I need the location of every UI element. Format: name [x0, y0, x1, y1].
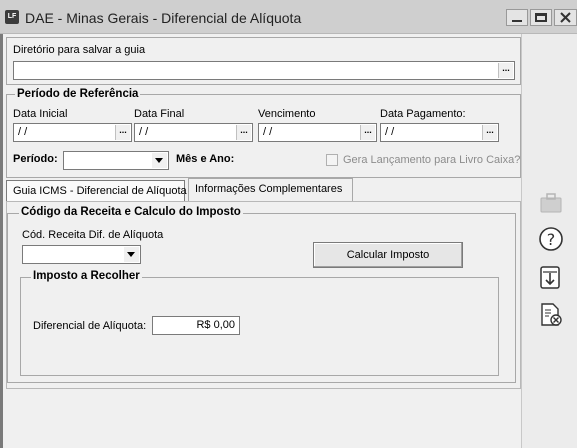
data-inicial-field[interactable]: / / ... — [13, 123, 132, 142]
periodo-label: Período: — [13, 153, 58, 165]
data-pagamento-value: / / — [385, 126, 395, 138]
chevron-down-icon[interactable] — [124, 247, 139, 262]
maximize-icon — [535, 13, 547, 22]
data-inicial-picker-button[interactable]: ... — [115, 125, 130, 140]
side-toolbar: ? — [521, 34, 577, 448]
periodo-group: Data Inicial / / ... Data Final / / ... … — [6, 94, 521, 178]
chevron-down-icon[interactable] — [152, 153, 167, 168]
vencimento-label: Vencimento — [258, 108, 316, 120]
window-title: DAE - Minas Gerais - Diferencial de Alíq… — [25, 10, 302, 26]
data-pagamento-picker-button[interactable]: ... — [482, 125, 497, 140]
periodo-title: Período de Referência — [15, 88, 141, 100]
minimize-icon — [512, 20, 522, 22]
imposto-group: Diferencial de Alíquota: R$ 0,00 — [20, 277, 499, 376]
directory-field[interactable]: ... — [13, 61, 515, 80]
title-bar: LF DAE - Minas Gerais - Diferencial de A… — [0, 0, 577, 34]
imposto-title: Imposto a Recolher — [31, 270, 142, 282]
tab-guia-icms[interactable]: Guia ICMS - Diferencial de Alíquota — [6, 180, 187, 202]
directory-label: Diretório para salvar a guia — [13, 44, 146, 56]
diferencial-aliquota-label: Diferencial de Alíquota: — [33, 320, 147, 332]
periodo-select[interactable] — [63, 151, 169, 170]
directory-group: Diretório para salvar a guia ... — [6, 37, 521, 85]
data-pagamento-field[interactable]: / / ... — [380, 123, 499, 142]
tab-panel: Cód. Receita Dif. de Alíquota Calcular I… — [6, 201, 521, 389]
diferencial-aliquota-field[interactable]: R$ 0,00 — [152, 316, 240, 335]
cod-receita-label: Cód. Receita Dif. de Alíquota — [22, 229, 164, 241]
close-icon — [560, 12, 571, 23]
cod-receita-select[interactable] — [22, 245, 141, 264]
help-icon[interactable]: ? — [538, 226, 564, 252]
data-final-value: / / — [139, 126, 149, 138]
gera-lancamento-label: Gera Lançamento para Livro Caixa? — [343, 154, 521, 166]
gera-lancamento-checkbox[interactable] — [326, 154, 338, 166]
vencimento-value: / / — [263, 126, 273, 138]
minimize-button[interactable] — [506, 9, 528, 26]
data-final-picker-button[interactable]: ... — [236, 125, 251, 140]
cancel-document-icon[interactable] — [538, 302, 564, 328]
data-final-field[interactable]: / / ... — [134, 123, 253, 142]
directory-browse-button[interactable]: ... — [498, 63, 513, 78]
mes-ano-label: Mês e Ano: — [176, 153, 235, 165]
codigo-group: Cód. Receita Dif. de Alíquota Calcular I… — [7, 213, 516, 383]
window-left-edge — [0, 34, 3, 448]
calcular-imposto-button[interactable]: Calcular Imposto — [313, 242, 463, 268]
maximize-button[interactable] — [530, 9, 552, 26]
close-button[interactable] — [554, 9, 577, 26]
app-icon: LF — [5, 10, 19, 24]
svg-text:?: ? — [547, 230, 556, 249]
data-inicial-label: Data Inicial — [13, 108, 68, 120]
data-final-label: Data Final — [134, 108, 185, 120]
data-pagamento-label: Data Pagamento: — [380, 108, 466, 120]
save-download-icon[interactable] — [538, 265, 564, 291]
vencimento-picker-button[interactable]: ... — [360, 125, 375, 140]
tab-informacoes-complementares[interactable]: Informações Complementares — [188, 178, 353, 202]
data-inicial-value: / / — [18, 126, 28, 138]
vencimento-field[interactable]: / / ... — [258, 123, 377, 142]
codigo-title: Código da Receita e Calculo do Imposto — [19, 206, 243, 218]
briefcase-icon[interactable] — [538, 190, 564, 216]
